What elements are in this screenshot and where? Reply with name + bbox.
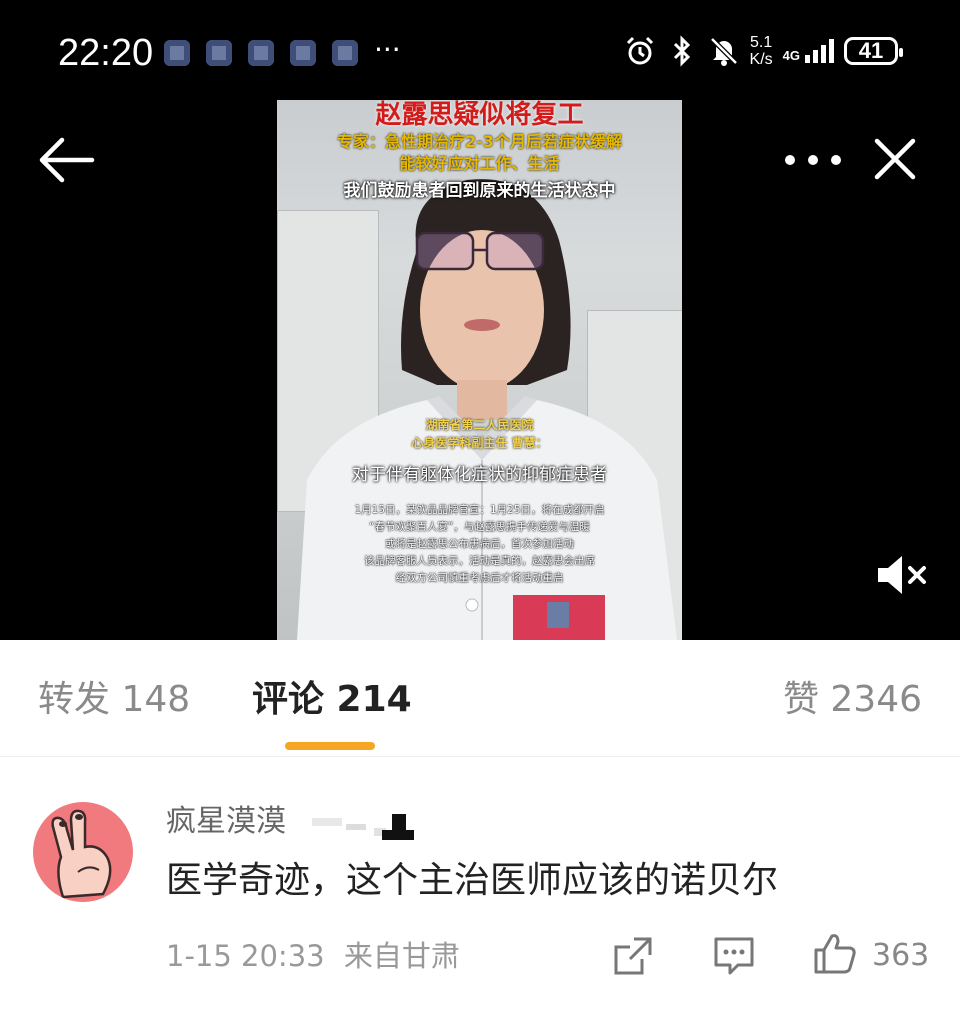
bluetooth-icon: [666, 35, 698, 67]
more-notifications-indicator: ···: [374, 33, 401, 66]
notice-line: 经双方公司慎重考虑后才将活动重启: [395, 572, 564, 584]
subtitle-caption: 对于伴有躯体化症状的抑郁症患者: [352, 465, 607, 485]
video-title-caption: 赵露思疑似将复工: [375, 100, 584, 130]
net-speed: 5.1 K/s: [749, 34, 773, 68]
avatar[interactable]: [33, 802, 133, 902]
video-player-area[interactable]: 22:20 ··· 5.1 K/s 4G 41 赵露思疑似将复工 专家：急性期治…: [0, 0, 960, 640]
more-icon[interactable]: [782, 140, 844, 180]
hospital-caption: 湖南省第二人民医院: [425, 418, 534, 432]
share-icon[interactable]: [612, 935, 654, 977]
app-notification-icon: [290, 40, 316, 66]
status-time: 22:20: [58, 32, 154, 74]
tab-likes[interactable]: 赞 2346: [783, 676, 922, 724]
back-arrow-icon[interactable]: [36, 132, 96, 188]
video-frame[interactable]: 赵露思疑似将复工 专家：急性期治疗2-3个月后若症状缓解 能较好应对工作、生活 …: [277, 100, 682, 640]
comment-text: 医学奇迹，这个主治医师应该的诺贝尔: [166, 860, 779, 901]
mute-icon[interactable]: [874, 550, 930, 600]
reply-icon[interactable]: [712, 935, 756, 977]
comment-username[interactable]: 疯星漠漠: [166, 800, 286, 844]
doctor-caption: 心身医学科副主任 曹慧：: [411, 436, 548, 450]
like-count: 363: [872, 938, 930, 973]
app-notification-icon: [206, 40, 232, 66]
comment-location: 来自甘肃: [343, 939, 460, 973]
app-notification-icon: [332, 40, 358, 66]
quote-caption: 我们鼓励患者回到原来的生活状态中: [343, 181, 616, 201]
notice-line: 该品牌客服人员表示，活动是真的，赵露思会出席: [364, 555, 595, 567]
system-icons: 5.1 K/s 4G 41: [624, 34, 903, 68]
expert-caption-line2: 能较好应对工作、生活: [399, 154, 560, 173]
notice-line: 1月15日，某饮品品牌官宣：1月25日，将在成都开启: [354, 504, 605, 516]
close-icon[interactable]: [870, 134, 920, 184]
tab-comments[interactable]: 评论 214: [252, 676, 412, 724]
notice-line: “春节欢聚百人宴”，与赵露思携手传递爱与温暖: [369, 521, 590, 533]
notice-line: 或将是赵露思公布患病后，首次参加活动: [385, 538, 574, 550]
expert-caption-line1: 专家：急性期治疗2-3个月后若症状缓解: [337, 132, 622, 151]
battery-icon: 41: [844, 37, 903, 65]
notification-icons: [164, 40, 358, 66]
comment-meta: 1-15 20:33 来自甘肃: [166, 934, 460, 978]
comment-time: 1-15 20:33: [166, 939, 325, 973]
like-icon[interactable]: [812, 932, 858, 976]
username-pixelated-emoji: [312, 814, 414, 840]
alarm-icon: [624, 35, 656, 67]
status-bar: 22:20 ··· 5.1 K/s 4G 41: [0, 0, 960, 100]
silent-icon: [708, 35, 740, 67]
active-tab-indicator: [285, 742, 375, 750]
hand-gesture-icon: [51, 809, 112, 899]
app-notification-icon: [248, 40, 274, 66]
signal-icon: 4G: [783, 39, 834, 63]
app-notification-icon: [164, 40, 190, 66]
battery-level: 41: [858, 38, 884, 63]
tab-repost[interactable]: 转发 148: [38, 676, 190, 724]
network-type: 4G: [782, 48, 800, 63]
